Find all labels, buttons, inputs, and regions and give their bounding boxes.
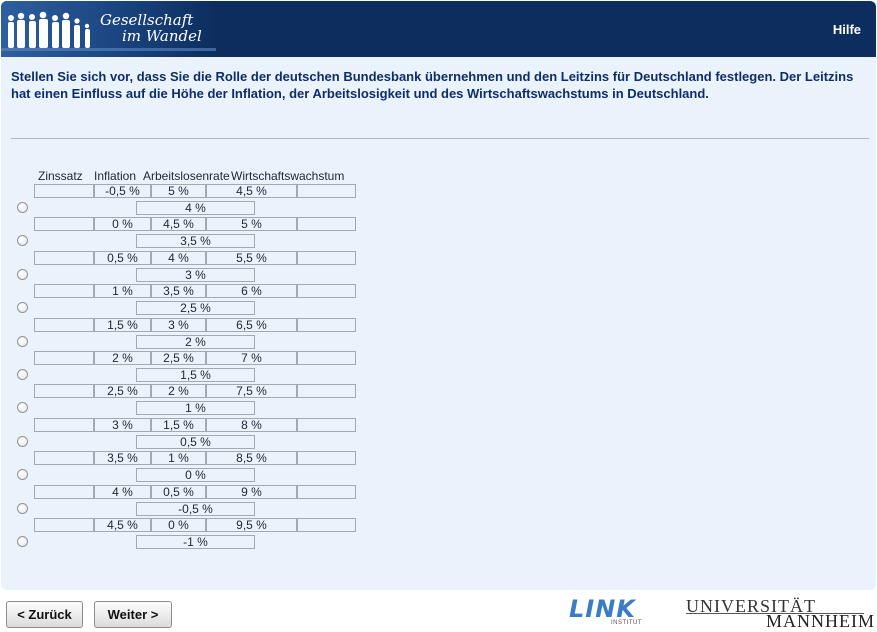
option-inflation-cell: -0,5 % (94, 184, 151, 198)
option-radio[interactable] (17, 436, 28, 447)
table-cell-empty (297, 318, 356, 332)
option-inflation-cell: 2,5 % (94, 384, 151, 398)
option-unemployment-cell: 3,5 % (151, 284, 206, 298)
table-cell-empty (297, 351, 356, 365)
table-cell-empty (34, 318, 94, 332)
option-inflation-cell: 2 % (94, 351, 151, 365)
uni-logo-bottom: MANNHEIM (766, 611, 875, 631)
option-inflation-cell: 4 % (94, 485, 151, 499)
option-growth-cell: 7,5 % (206, 384, 297, 398)
universitaet-mannheim-logo: UNIVERSITÄT MANNHEIM (686, 596, 874, 631)
gesellschaft-im-wandel-logo: Gesellschaft im Wandel (1, 1, 216, 57)
option-zinssatz-cell: 3 % (136, 268, 255, 282)
option-radio[interactable] (17, 402, 28, 413)
link-logo-subtext: INSTITUT (611, 620, 642, 626)
survey-content: Stellen Sie sich vor, dass Sie die Rolle… (1, 57, 876, 590)
option-growth-cell: 9,5 % (206, 518, 297, 532)
question-text: Stellen Sie sich vor, dass Sie die Rolle… (11, 69, 854, 101)
option-zinssatz-cell: 2,5 % (136, 301, 255, 315)
table-cell-empty (34, 451, 94, 465)
option-radio[interactable] (17, 536, 28, 547)
table-cell-empty (297, 184, 356, 198)
back-button[interactable]: < Zurück (6, 601, 83, 628)
option-unemployment-cell: 0,5 % (151, 485, 206, 499)
column-header-inflation: Inflation (94, 169, 137, 183)
option-growth-cell: 9 % (206, 485, 297, 499)
option-zinssatz-cell: 0 % (136, 468, 255, 482)
table-cell-empty (297, 451, 356, 465)
option-unemployment-cell: 1,5 % (151, 418, 206, 432)
option-inflation-cell: 1,5 % (94, 318, 151, 332)
option-unemployment-cell: 4,5 % (151, 217, 206, 231)
option-radio[interactable] (17, 503, 28, 514)
header-bar: Gesellschaft im Wandel Hilfe (1, 1, 876, 57)
option-radio[interactable] (17, 469, 28, 480)
table-cell-empty (297, 284, 356, 298)
option-zinssatz-cell: -1 % (136, 535, 255, 549)
option-zinssatz-cell: -0,5 % (136, 502, 255, 516)
table-cell-empty (34, 251, 94, 265)
link-logo-text: LINK (569, 595, 636, 623)
option-radio[interactable] (17, 202, 28, 213)
table-cell-empty (34, 284, 94, 298)
option-radio[interactable] (17, 336, 28, 347)
option-zinssatz-cell: 4 % (136, 201, 255, 215)
column-header-zinssatz: Zinssatz (38, 169, 83, 183)
table-cell-empty (34, 485, 94, 499)
option-unemployment-cell: 4 % (151, 251, 206, 265)
option-zinssatz-cell: 2 % (136, 335, 255, 349)
option-inflation-cell: 1 % (94, 284, 151, 298)
option-unemployment-cell: 0 % (151, 518, 206, 532)
option-growth-cell: 6 % (206, 284, 297, 298)
column-header-arbeitslosenrate: Arbeitslosenrate (143, 169, 230, 183)
option-growth-cell: 5,5 % (206, 251, 297, 265)
table-cell-empty (34, 518, 94, 532)
option-zinssatz-cell: 1 % (136, 401, 255, 415)
option-growth-cell: 7 % (206, 351, 297, 365)
help-link[interactable]: Hilfe (833, 22, 861, 37)
option-radio[interactable] (17, 235, 28, 246)
table-cell-empty (34, 384, 94, 398)
table-cell-empty (297, 518, 356, 532)
table-cell-empty (297, 251, 356, 265)
table-cell-empty (34, 217, 94, 231)
column-header-wirtschaftswachstum: Wirtschaftswachstum (231, 169, 345, 183)
option-zinssatz-cell: 3,5 % (136, 234, 255, 248)
option-inflation-cell: 0,5 % (94, 251, 151, 265)
option-radio[interactable] (17, 369, 28, 380)
option-unemployment-cell: 2,5 % (151, 351, 206, 365)
option-zinssatz-cell: 1,5 % (136, 368, 255, 382)
link-institut-logo: LINK INSTITUT (569, 595, 651, 630)
option-unemployment-cell: 3 % (151, 318, 206, 332)
option-unemployment-cell: 5 % (151, 184, 206, 198)
table-cell-empty (297, 418, 356, 432)
option-inflation-cell: 3 % (94, 418, 151, 432)
table-cell-empty (34, 184, 94, 198)
option-zinssatz-cell: 0,5 % (136, 435, 255, 449)
table-cell-empty (297, 217, 356, 231)
option-unemployment-cell: 1 % (151, 451, 206, 465)
logo-title-line2: im Wandel (122, 27, 202, 45)
table-cell-empty (297, 384, 356, 398)
option-radio[interactable] (17, 302, 28, 313)
option-unemployment-cell: 2 % (151, 384, 206, 398)
table-cell-empty (34, 418, 94, 432)
option-growth-cell: 8,5 % (206, 451, 297, 465)
option-radio[interactable] (17, 269, 28, 280)
option-growth-cell: 5 % (206, 217, 297, 231)
next-button[interactable]: Weiter > (94, 601, 172, 628)
table-cell-empty (297, 485, 356, 499)
option-inflation-cell: 0 % (94, 217, 151, 231)
option-growth-cell: 4,5 % (206, 184, 297, 198)
option-growth-cell: 6,5 % (206, 318, 297, 332)
option-inflation-cell: 4,5 % (94, 518, 151, 532)
option-inflation-cell: 3,5 % (94, 451, 151, 465)
option-growth-cell: 8 % (206, 418, 297, 432)
divider (11, 138, 869, 139)
table-cell-empty (34, 351, 94, 365)
